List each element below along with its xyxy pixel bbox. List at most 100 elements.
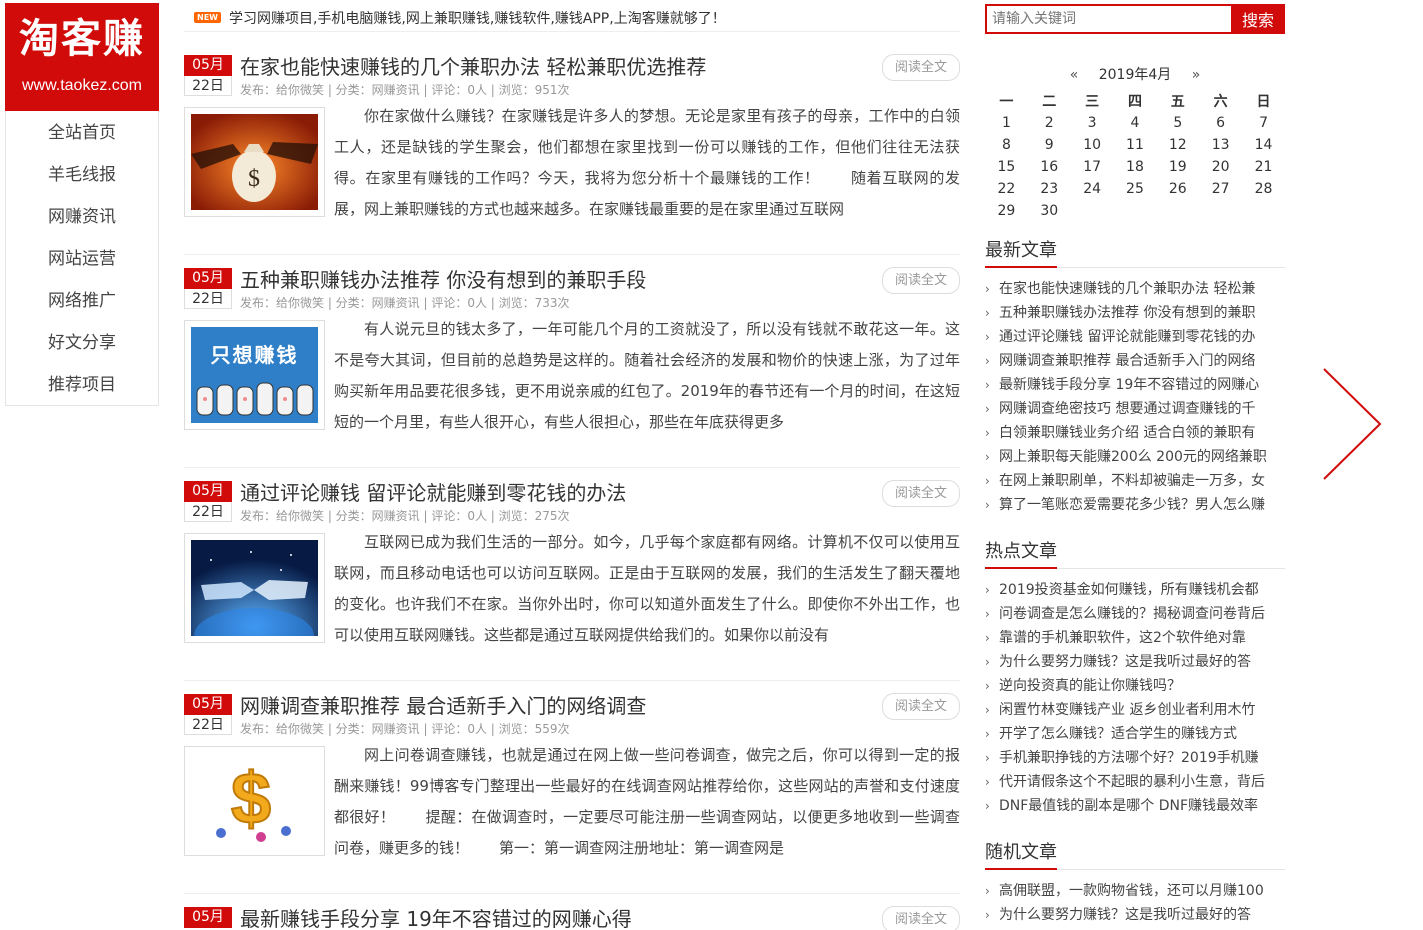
list-item[interactable]: › 高佣联盟，一款购物省钱，还可以月赚100 xyxy=(985,879,1285,903)
list-item[interactable]: › DNF最值钱的副本是哪个 DNF赚钱最效率 xyxy=(985,794,1285,818)
nav-deals[interactable]: 羊毛线报 xyxy=(6,154,158,196)
list-item[interactable]: › 网上兼职每天能赚200么 200元的网络兼职 xyxy=(985,445,1285,469)
calendar-day[interactable]: 25 xyxy=(1114,178,1157,200)
calendar-day[interactable]: 1 xyxy=(985,112,1028,134)
handshake-globe-image xyxy=(191,540,318,636)
calendar-day[interactable]: 13 xyxy=(1199,134,1242,156)
chevron-right-icon[interactable] xyxy=(1320,365,1386,483)
chevron-right-small-icon: › xyxy=(985,282,990,296)
chevron-right-small-icon: › xyxy=(985,607,990,621)
site-logo[interactable]: 淘客赚 www.taokez.com xyxy=(5,3,159,111)
list-item[interactable]: › 通过评论赚钱 留评论就能赚到零花钱的办 xyxy=(985,325,1285,349)
calendar-day[interactable]: 14 xyxy=(1242,134,1285,156)
nav-home[interactable]: 全站首页 xyxy=(6,112,158,154)
article-thumbnail[interactable] xyxy=(184,533,325,643)
chevron-right-small-icon: › xyxy=(985,306,990,320)
nav-site-ops[interactable]: 网站运营 xyxy=(6,238,158,280)
article-title[interactable]: 在家也能快速赚钱的几个兼职办法 轻松兼职优选推荐 xyxy=(240,51,706,80)
calendar-day[interactable]: 21 xyxy=(1242,156,1285,178)
list-item[interactable]: › 在家也能快速赚钱的几个兼职办法 轻松兼 xyxy=(985,277,1285,301)
logo-name: 淘客赚 xyxy=(19,15,145,62)
list-item[interactable]: › 2019投资基金如何赚钱，所有赚钱机会都 xyxy=(985,578,1285,602)
chevron-right-small-icon: › xyxy=(985,426,990,440)
calendar-day[interactable]: 15 xyxy=(985,156,1028,178)
calendar-day[interactable]: 19 xyxy=(1156,156,1199,178)
list-item[interactable]: › 五种兼职赚钱办法推荐 你没有想到的兼职 xyxy=(985,301,1285,325)
weekday-row: 一 二 三 四 五 六 日 xyxy=(985,90,1285,112)
calendar-day[interactable]: 4 xyxy=(1114,112,1157,134)
calendar-day[interactable]: 28 xyxy=(1242,178,1285,200)
calendar-day[interactable]: 7 xyxy=(1242,112,1285,134)
list-item-label: DNF最值钱的副本是哪个 DNF赚钱最效率 xyxy=(999,798,1259,814)
calendar-prev-button[interactable]: « xyxy=(1070,67,1079,83)
list-item[interactable]: › 白领兼职赚钱业务介绍 适合白领的兼职有 xyxy=(985,421,1285,445)
article-thumbnail[interactable]: $ xyxy=(184,107,325,217)
calendar-day[interactable]: 23 xyxy=(1028,178,1071,200)
read-more-button[interactable]: 阅读全文 xyxy=(882,906,960,930)
calendar-day[interactable]: 6 xyxy=(1199,112,1242,134)
read-more-button[interactable]: 阅读全文 xyxy=(882,480,960,507)
article-title[interactable]: 通过评论赚钱 留评论就能赚到零花钱的办法 xyxy=(240,477,626,506)
article-thumbnail[interactable]: 只想赚钱 xyxy=(184,320,325,430)
list-item[interactable]: › 代开请假条这个不起眼的暴利小生意，背后 xyxy=(985,770,1285,794)
calendar-day[interactable]: 29 xyxy=(985,200,1028,222)
list-item[interactable]: › 网赚调查绝密技巧 想要通过调查赚钱的千 xyxy=(985,397,1285,421)
section-title: 随机文章 xyxy=(985,840,1285,870)
list-item[interactable]: › 为什么要努力赚钱？这是我听过最好的答 xyxy=(985,650,1285,674)
calendar-day[interactable]: 9 xyxy=(1028,134,1071,156)
list-item[interactable]: › 在网上兼职刷单，不料却被骗走一万多，女 xyxy=(985,469,1285,493)
calendar-day[interactable]: 10 xyxy=(1071,134,1114,156)
chevron-right-small-icon: › xyxy=(985,679,990,693)
list-item[interactable]: › 网赚调查兼职推荐 最合适新手入门的网络 xyxy=(985,349,1285,373)
calendar-week: 15 16 17 18 19 20 21 xyxy=(985,156,1285,178)
calendar-day[interactable]: 5 xyxy=(1156,112,1199,134)
article-thumbnail[interactable]: $ xyxy=(184,746,325,856)
chevron-right-small-icon: › xyxy=(985,631,990,645)
list-item[interactable]: › 逆向投资真的能让你赚钱吗？ xyxy=(985,674,1285,698)
read-more-button[interactable]: 阅读全文 xyxy=(882,693,960,720)
nav-recommended[interactable]: 推荐项目 xyxy=(6,364,158,406)
calendar-day[interactable]: 12 xyxy=(1156,134,1199,156)
list-item[interactable]: › 开学了怎么赚钱？适合学生的赚钱方式 xyxy=(985,722,1285,746)
main-nav: 全站首页 羊毛线报 网赚资讯 网站运营 网络推广 好文分享 推荐项目 xyxy=(5,111,159,406)
calendar-day[interactable]: 17 xyxy=(1071,156,1114,178)
calendar-day xyxy=(1114,200,1157,222)
read-more-button[interactable]: 阅读全文 xyxy=(882,54,960,81)
nav-news[interactable]: 网赚资讯 xyxy=(6,196,158,238)
calendar-day[interactable]: 22 xyxy=(985,178,1028,200)
list-item-label: 白领兼职赚钱业务介绍 适合白领的兼职有 xyxy=(999,425,1256,441)
nav-promotion[interactable]: 网络推广 xyxy=(6,280,158,322)
list-item[interactable]: › 闲置竹林变赚钱产业 返乡创业者利用木竹 xyxy=(985,698,1285,722)
list-item-label: 算了一笔账恋爱需要花多少钱？男人怎么赚 xyxy=(999,497,1265,513)
calendar-day[interactable]: 16 xyxy=(1028,156,1071,178)
calendar-day[interactable]: 2 xyxy=(1028,112,1071,134)
list-item[interactable]: › 最新赚钱手段分享 19年不容错过的网赚心 xyxy=(985,373,1285,397)
calendar-day[interactable]: 18 xyxy=(1114,156,1157,178)
calendar-day[interactable]: 24 xyxy=(1071,178,1114,200)
calendar-day[interactable]: 3 xyxy=(1071,112,1114,134)
list-item[interactable]: › 为什么要努力赚钱？这是我听过最好的答 xyxy=(985,903,1285,927)
search-button[interactable]: 搜索 xyxy=(1231,4,1285,34)
article-title[interactable]: 网赚调查兼职推荐 最合适新手入门的网络调查 xyxy=(240,690,646,719)
list-item[interactable]: › 手机兼职挣钱的方法哪个好？2019手机赚 xyxy=(985,746,1285,770)
calendar-day[interactable]: 30 xyxy=(1028,200,1071,222)
nav-articles[interactable]: 好文分享 xyxy=(6,322,158,364)
list-item[interactable]: › 算了一笔账恋爱需要花多少钱？男人怎么赚 xyxy=(985,493,1285,517)
article-item: 05月 22日 通过评论赚钱 留评论就能赚到零花钱的办法 发布：给你微笑 | 分… xyxy=(184,471,960,681)
article-title[interactable]: 五种兼职赚钱办法推荐 你没有想到的兼职手段 xyxy=(240,264,646,293)
read-more-button[interactable]: 阅读全文 xyxy=(882,267,960,294)
calendar-day[interactable]: 8 xyxy=(985,134,1028,156)
list-item[interactable]: › 靠谱的手机兼职软件，这2个软件绝对靠 xyxy=(985,626,1285,650)
calendar-next-button[interactable]: » xyxy=(1192,67,1201,83)
list-item-label: 在家也能快速赚钱的几个兼职办法 轻松兼 xyxy=(999,281,1256,297)
list-item[interactable]: › 问卷调查是怎么赚钱的？揭秘调查问卷背后 xyxy=(985,602,1285,626)
article-list: › 2019投资基金如何赚钱，所有赚钱机会都 › 问卷调查是怎么赚钱的？揭秘调查问卷背… xyxy=(985,578,1285,818)
notice-text[interactable]: 学习网赚项目,手机电脑赚钱,网上兼职赚钱,赚钱软件,赚钱APP,上淘客赚就够了！ xyxy=(229,8,726,28)
calendar-day[interactable]: 11 xyxy=(1114,134,1157,156)
calendar-day[interactable]: 27 xyxy=(1199,178,1242,200)
calendar-day[interactable]: 26 xyxy=(1156,178,1199,200)
search-input[interactable] xyxy=(985,4,1231,34)
article-title[interactable]: 最新赚钱手段分享 19年不容错过的网赚心得 xyxy=(240,903,632,930)
calendar-day[interactable]: 20 xyxy=(1199,156,1242,178)
article-meta: 发布：给你微笑 | 分类：网赚资讯 | 评论：0人 | 浏览：275次 xyxy=(240,509,570,523)
